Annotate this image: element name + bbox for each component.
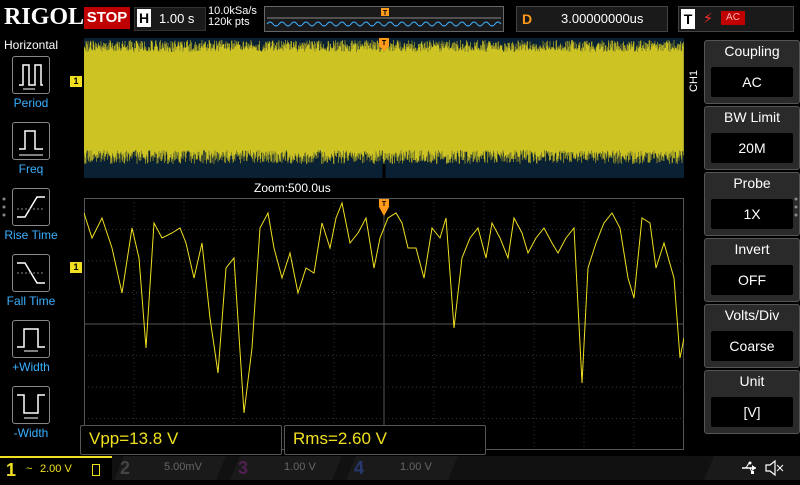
channel1-coupling-icon: ~ bbox=[26, 463, 33, 475]
unit-option[interactable]: Unit [V] bbox=[704, 370, 800, 434]
option-title: Invert bbox=[734, 241, 770, 257]
volts-div-option[interactable]: Volts/Div Coarse bbox=[704, 304, 800, 368]
negative-width-icon bbox=[12, 386, 50, 424]
channel1-scale: 2.00 V bbox=[40, 463, 72, 475]
top-status-bar: RIGOL STOP H 1.00 s 10.0kSa/s 120k pts T… bbox=[0, 0, 800, 36]
zoomed-waveform-grid bbox=[83, 197, 685, 451]
option-value: AC bbox=[711, 67, 793, 97]
trigger-source: AC bbox=[721, 11, 745, 25]
measurement-vpp[interactable]: Vpp=13.8 V bbox=[80, 425, 282, 455]
horizontal-key: H bbox=[137, 9, 151, 27]
measure-period[interactable]: Period bbox=[0, 56, 62, 120]
svg-text:T: T bbox=[382, 201, 387, 208]
coupling-option[interactable]: Coupling AC bbox=[704, 40, 800, 104]
zoom-trigger-marker-icon[interactable]: T bbox=[378, 199, 390, 222]
bandwidth-limit-option[interactable]: BW Limit 20M bbox=[704, 106, 800, 170]
measure-label: +Width bbox=[12, 360, 50, 374]
zoomed-waveform bbox=[83, 197, 685, 451]
frequency-icon bbox=[12, 122, 50, 160]
invert-option[interactable]: Invert OFF bbox=[704, 238, 800, 302]
channel1-offset-marker[interactable]: 1 bbox=[70, 262, 82, 273]
fall-time-icon bbox=[12, 254, 50, 292]
measure-rise-time[interactable]: Rise Time bbox=[0, 188, 62, 252]
measure-label: Rise Time bbox=[4, 228, 58, 242]
channel4-number: 4 bbox=[354, 458, 365, 478]
option-title: BW Limit bbox=[724, 109, 780, 125]
memory-timeline[interactable]: T bbox=[264, 6, 504, 32]
option-value: 20M bbox=[711, 133, 793, 163]
zoom-timebase-label: Zoom:500.0us bbox=[254, 181, 331, 195]
period-icon bbox=[12, 56, 50, 94]
channel3-status[interactable]: 3 1.00 V bbox=[230, 456, 342, 480]
measure-fall-time[interactable]: Fall Time bbox=[0, 254, 62, 318]
option-value: OFF bbox=[711, 265, 793, 295]
run-stop-status[interactable]: STOP bbox=[84, 7, 130, 29]
memory-depth: 120k pts bbox=[208, 16, 250, 28]
vpp-readout: Vpp=13.8 V bbox=[89, 429, 179, 448]
page-indicator bbox=[2, 196, 6, 218]
delay-box[interactable]: D 3.00000000us bbox=[516, 6, 668, 32]
measure-label: Freq bbox=[18, 162, 44, 176]
timeline-wave bbox=[266, 21, 502, 27]
overview-waveform bbox=[83, 40, 684, 178]
probe-option[interactable]: Probe 1X bbox=[704, 172, 800, 236]
channel-status-bar: 1 ~ 2.00 V 2 5.00mV 3 1.00 V 4 1.00 V bbox=[0, 456, 800, 482]
channel1-number: 1 bbox=[6, 460, 17, 480]
option-value: Coarse bbox=[711, 331, 793, 361]
channel4-scale: 1.00 V bbox=[400, 461, 432, 473]
trigger-position-marker-icon[interactable]: T bbox=[378, 38, 390, 57]
channel1-status[interactable]: 1 ~ 2.00 V bbox=[0, 456, 112, 482]
option-value: 1X bbox=[711, 199, 793, 229]
channel3-scale: 1.00 V bbox=[284, 461, 316, 473]
option-value: [V] bbox=[711, 397, 793, 427]
delay-value: 3.00000000us bbox=[561, 11, 644, 26]
option-title: Coupling bbox=[724, 43, 780, 59]
channel1-level-marker[interactable]: 1 bbox=[70, 76, 82, 87]
channel1-bw-limit-icon bbox=[92, 464, 100, 476]
option-title: Probe bbox=[733, 175, 771, 191]
trigger-box[interactable]: T ⚡ AC bbox=[678, 6, 794, 32]
speaker-muted-icon[interactable] bbox=[764, 459, 784, 481]
horizontal-measure-menu: Horizontal Period Freq Rise Time Fall Ti… bbox=[0, 36, 62, 454]
channel4-status[interactable]: 4 1.00 V bbox=[346, 456, 458, 480]
measure-positive-width[interactable]: +Width bbox=[0, 320, 62, 384]
svg-text:T: T bbox=[382, 40, 387, 47]
trigger-key: T bbox=[681, 9, 695, 29]
timeline-graphic: T bbox=[266, 8, 502, 27]
menu-title: Horizontal bbox=[3, 38, 59, 52]
channel2-number: 2 bbox=[120, 458, 131, 478]
svg-text:T: T bbox=[383, 10, 388, 17]
channel2-status[interactable]: 2 5.00mV bbox=[114, 456, 226, 480]
rms-readout: Rms=2.60 V bbox=[293, 429, 388, 448]
usb-icon bbox=[740, 460, 758, 481]
channel2-scale: 5.00mV bbox=[164, 461, 202, 473]
measurement-rms[interactable]: Rms=2.60 V bbox=[284, 425, 486, 455]
main-timebase-overview bbox=[83, 38, 684, 178]
sample-rate-readout: 10.0kSa/s 120k pts bbox=[208, 6, 257, 28]
option-title: Volts/Div bbox=[724, 307, 780, 323]
brand-logo: RIGOL bbox=[4, 4, 85, 30]
measure-label: -Width bbox=[13, 426, 49, 440]
measure-negative-width[interactable]: -Width bbox=[0, 386, 62, 450]
horizontal-scale-value: 1.00 s bbox=[159, 11, 195, 26]
delay-key: D bbox=[521, 11, 533, 27]
positive-width-icon bbox=[12, 320, 50, 358]
measure-label: Fall Time bbox=[6, 294, 56, 308]
option-title: Unit bbox=[739, 373, 765, 389]
overview-trace bbox=[83, 40, 684, 164]
channel3-number: 3 bbox=[238, 458, 249, 478]
page-indicator bbox=[794, 196, 798, 218]
trigger-edge-icon: ⚡ bbox=[703, 10, 713, 26]
horizontal-scale-box[interactable]: H 1.00 s bbox=[134, 7, 206, 31]
measure-frequency[interactable]: Freq bbox=[0, 122, 62, 186]
channel-menu-tab: CH1 bbox=[688, 70, 700, 93]
rise-time-icon bbox=[12, 188, 50, 226]
measure-label: Period bbox=[13, 96, 49, 110]
